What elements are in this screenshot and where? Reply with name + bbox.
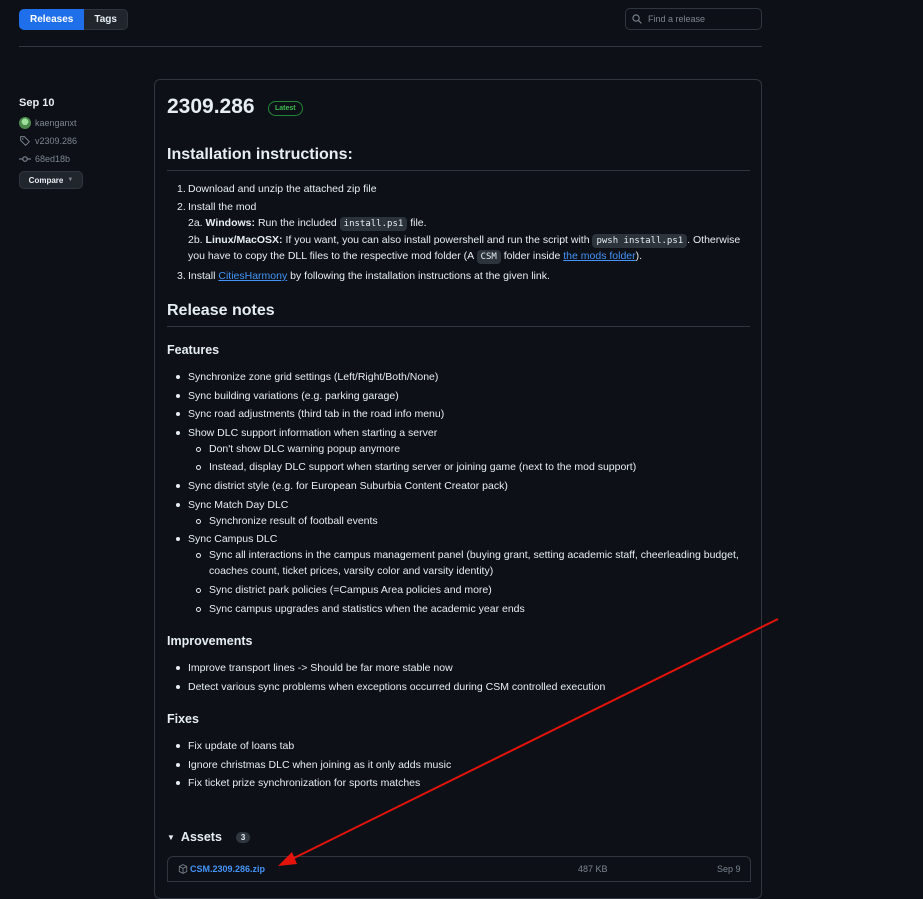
assets-toggle[interactable]: ▼ Assets 3 <box>167 830 251 844</box>
package-icon <box>178 864 188 874</box>
author-row[interactable]: kaenganxt <box>19 117 139 129</box>
list-item: Sync Match Day DLC <box>167 498 288 512</box>
install-heading: Installation instructions: <box>167 146 750 171</box>
compare-label: Compare <box>28 175 64 185</box>
code-pwsh: pwsh install.ps1 <box>592 234 688 248</box>
release-date: Sep 10 <box>19 97 55 109</box>
sub-list-item: Sync district park policies (=Campus Are… <box>167 583 492 597</box>
mods-folder-link[interactable]: the mods folder <box>563 250 635 262</box>
list-item: Ignore christmas DLC when joining as it … <box>167 758 451 772</box>
list-item: Detect various sync problems when except… <box>167 680 605 694</box>
assets-heading: Assets <box>180 830 222 844</box>
release-card: 2309.286 Latest Installation instruction… <box>154 79 762 899</box>
list-item: Synchronize zone grid settings (Left/Rig… <box>167 370 438 384</box>
list-item: Improve transport lines -> Should be far… <box>167 661 453 675</box>
install-step-3: 3. Install CitiesHarmony by following the… <box>177 270 550 282</box>
commit-icon <box>19 154 31 164</box>
tag-row[interactable]: v2309.286 <box>19 135 139 147</box>
install-step-2b-cont: you have to copy the DLL files to the re… <box>188 250 643 264</box>
tag-name[interactable]: v2309.286 <box>35 136 77 146</box>
asset-row: CSM.2309.286.zip 487 KB Sep 9 <box>167 856 751 882</box>
sub-list-item: Sync all interactions in the campus mana… <box>167 548 739 562</box>
release-notes-heading: Release notes <box>167 302 750 327</box>
search-box[interactable] <box>625 8 762 30</box>
tag-icon <box>19 136 31 146</box>
install-step-2a: 2a. Windows: Run the included install.ps… <box>188 217 427 231</box>
sub-list-item: Don't show DLC warning popup anymore <box>167 442 400 456</box>
list-item: Show DLC support information when starti… <box>167 426 437 440</box>
improvements-heading: Improvements <box>167 634 253 648</box>
author-name[interactable]: kaenganxt <box>35 118 77 128</box>
list-item: Sync district style (e.g. for European S… <box>167 479 508 493</box>
release-title[interactable]: 2309.286 <box>167 95 255 119</box>
list-item: Fix ticket prize synchronization for spo… <box>167 776 420 790</box>
sub-list-item: Instead, display DLC support when starti… <box>167 460 636 474</box>
cities-harmony-link[interactable]: CitiesHarmony <box>218 270 287 282</box>
install-step-2b: 2b. Linux/MacOSX: If you want, you can a… <box>188 234 741 248</box>
list-item: Sync road adjustments (third tab in the … <box>167 407 444 421</box>
code-install-ps1: install.ps1 <box>339 217 408 231</box>
list-item: Fix update of loans tab <box>167 739 294 753</box>
list-item: Sync building variations (e.g. parking g… <box>167 389 399 403</box>
sub-list-item: Sync campus upgrades and statistics when… <box>167 602 525 616</box>
asset-download-link[interactable]: CSM.2309.286.zip <box>190 864 265 874</box>
code-csm: CSM <box>476 250 501 264</box>
chevron-down-icon: ▼ <box>67 177 74 183</box>
list-item: Sync Campus DLC <box>167 532 277 546</box>
features-heading: Features <box>167 343 220 357</box>
asset-date: Sep 9 <box>717 864 741 874</box>
commit-hash[interactable]: 68ed18b <box>35 154 70 164</box>
tab-releases[interactable]: Releases <box>19 9 85 30</box>
release-meta: Sep 10 kaenganxt v2309.286 68ed18b Compa… <box>19 97 139 189</box>
search-input[interactable] <box>646 13 756 25</box>
sub-list-item-cont: coaches count, ticket prices, varsity co… <box>209 565 494 577</box>
asset-size: 487 KB <box>578 864 608 874</box>
avatar <box>19 117 31 129</box>
assets-count: 3 <box>235 831 251 843</box>
divider <box>19 46 762 47</box>
caret-down-icon: ▼ <box>167 832 175 842</box>
sub-list-item: Synchronize result of football events <box>167 514 378 528</box>
install-step-1: 1. Download and unzip the attached zip fi… <box>177 183 377 195</box>
latest-badge: Latest <box>268 101 303 116</box>
commit-row[interactable]: 68ed18b <box>19 153 139 165</box>
search-icon <box>632 14 642 24</box>
tab-tags[interactable]: Tags <box>84 9 128 30</box>
fixes-heading: Fixes <box>167 712 199 726</box>
compare-button[interactable]: Compare ▼ <box>19 171 83 189</box>
install-step-2: 2. Install the mod <box>177 201 257 213</box>
release-tabs: Releases Tags <box>19 9 128 30</box>
